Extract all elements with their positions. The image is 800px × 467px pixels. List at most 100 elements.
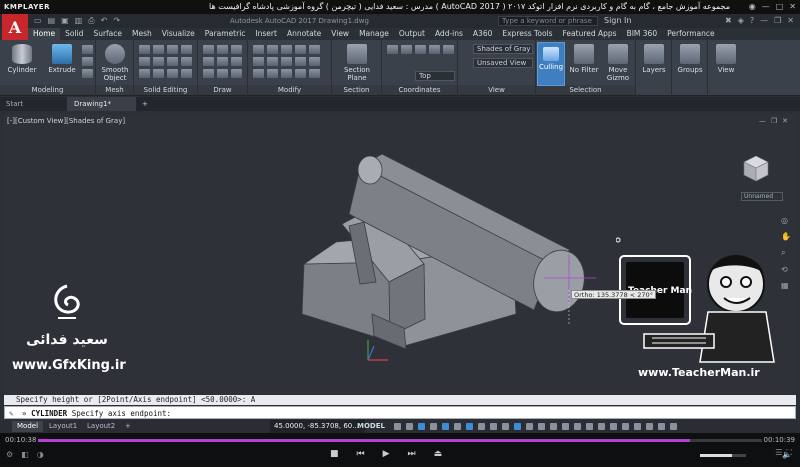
tab-start[interactable]: Start bbox=[0, 97, 68, 111]
tab-express-tools[interactable]: Express Tools bbox=[497, 28, 557, 40]
saveas-icon[interactable]: ▥ bbox=[75, 14, 83, 28]
annotation-icon[interactable] bbox=[562, 423, 569, 430]
solid-editing-group-label[interactable]: Solid Editing bbox=[134, 85, 197, 95]
exchange-icon[interactable]: ✖ bbox=[725, 14, 732, 28]
eject-icon[interactable]: ⏏ bbox=[434, 449, 443, 459]
tool-icon[interactable] bbox=[153, 57, 164, 66]
extrude-button[interactable]: Extrude bbox=[44, 42, 80, 74]
tool-icon[interactable] bbox=[82, 69, 93, 78]
tab-bim-360[interactable]: BIM 360 bbox=[622, 28, 663, 40]
minimize-icon[interactable]: — bbox=[760, 14, 768, 28]
settings-icon[interactable]: ⚙ bbox=[6, 450, 13, 459]
sign-in-button[interactable]: Sign In bbox=[604, 14, 631, 28]
view-group-label[interactable]: View bbox=[458, 85, 535, 95]
circle-icon[interactable] bbox=[231, 45, 242, 54]
tool-icon[interactable] bbox=[181, 45, 192, 54]
selection-cycling-icon[interactable] bbox=[502, 423, 509, 430]
tool-icon[interactable] bbox=[443, 45, 454, 54]
snap-icon[interactable] bbox=[406, 423, 413, 430]
dynamic-ucs-icon[interactable] bbox=[526, 423, 533, 430]
no-filter-button[interactable]: No Filter bbox=[566, 42, 602, 74]
play-icon[interactable]: ▶ bbox=[383, 449, 390, 459]
add-layout-button[interactable]: + bbox=[120, 421, 136, 432]
application-menu-button[interactable]: A bbox=[2, 14, 28, 42]
copy-icon[interactable] bbox=[253, 57, 264, 66]
tool-icon[interactable] bbox=[82, 45, 93, 54]
tab-view[interactable]: View bbox=[326, 28, 354, 40]
tool-icon[interactable] bbox=[153, 69, 164, 78]
move-gizmo-button[interactable]: Move Gizmo bbox=[600, 42, 636, 82]
tab-drawing1[interactable]: Drawing1* bbox=[68, 97, 136, 111]
workspace-icon[interactable] bbox=[574, 423, 581, 430]
customization-icon[interactable] bbox=[670, 423, 677, 430]
intersect-icon[interactable] bbox=[139, 69, 150, 78]
pin-icon[interactable]: ◉ bbox=[749, 0, 756, 14]
tool-icon[interactable] bbox=[167, 69, 178, 78]
maximize-icon[interactable]: □ bbox=[776, 0, 784, 14]
lineweight-icon[interactable] bbox=[478, 423, 485, 430]
tab-home[interactable]: Home bbox=[28, 28, 61, 40]
gizmo-icon[interactable] bbox=[550, 423, 557, 430]
section-plane-button[interactable]: Section Plane bbox=[339, 42, 375, 82]
tab-solid[interactable]: Solid bbox=[60, 28, 88, 40]
tab-a360[interactable]: A360 bbox=[468, 28, 497, 40]
tab-surface[interactable]: Surface bbox=[88, 28, 127, 40]
vr-icon[interactable]: ◑ bbox=[37, 450, 44, 459]
tool-icon[interactable] bbox=[415, 45, 426, 54]
isolate-objects-icon[interactable] bbox=[634, 423, 641, 430]
search-input[interactable]: Type a keyword or phrase bbox=[498, 16, 598, 26]
tool-icon[interactable] bbox=[181, 69, 192, 78]
erase-icon[interactable] bbox=[309, 69, 320, 78]
move-icon[interactable] bbox=[253, 45, 264, 54]
tool-icon[interactable] bbox=[295, 57, 306, 66]
a360-icon[interactable]: ◈ bbox=[738, 14, 744, 28]
subtract-icon[interactable] bbox=[139, 57, 150, 66]
modeling-group-label[interactable]: Modeling bbox=[0, 85, 95, 95]
playlist-icon[interactable]: ☰ bbox=[775, 448, 782, 458]
save-icon[interactable]: ▣ bbox=[61, 14, 69, 28]
modify-group-label[interactable]: Modify bbox=[248, 85, 331, 95]
tool-icon[interactable] bbox=[181, 57, 192, 66]
hatch-icon[interactable] bbox=[231, 57, 242, 66]
mesh-group-label[interactable]: Mesh bbox=[96, 85, 133, 95]
lock-ui-icon[interactable] bbox=[622, 423, 629, 430]
tool-icon[interactable] bbox=[281, 45, 292, 54]
selection-group-label[interactable]: Selection bbox=[536, 85, 635, 95]
units-icon[interactable] bbox=[598, 423, 605, 430]
tool-icon[interactable] bbox=[167, 45, 178, 54]
ellipse-icon[interactable] bbox=[217, 69, 228, 78]
tool-icon[interactable] bbox=[295, 45, 306, 54]
tool-icon[interactable] bbox=[281, 57, 292, 66]
tab-insert[interactable]: Insert bbox=[250, 28, 282, 40]
tab-performance[interactable]: Performance bbox=[662, 28, 720, 40]
next-icon[interactable]: ⏭ bbox=[408, 449, 416, 459]
volume-slider[interactable] bbox=[700, 454, 746, 457]
ortho-icon[interactable] bbox=[418, 423, 425, 430]
arc-icon[interactable] bbox=[203, 57, 214, 66]
tab-visualize[interactable]: Visualize bbox=[157, 28, 200, 40]
named-view-dropdown[interactable]: Unsaved View bbox=[473, 58, 533, 68]
union-icon[interactable] bbox=[139, 45, 150, 54]
groups-button[interactable]: Groups bbox=[672, 42, 708, 74]
new-icon[interactable]: ▭ bbox=[34, 14, 42, 28]
transparency-icon[interactable] bbox=[490, 423, 497, 430]
draw-group-label[interactable]: Draw bbox=[198, 85, 247, 95]
line-icon[interactable] bbox=[203, 45, 214, 54]
redo-icon[interactable]: ↷ bbox=[113, 14, 120, 28]
tab-layout2[interactable]: Layout2 bbox=[82, 421, 120, 432]
tab-model[interactable]: Model bbox=[12, 421, 44, 432]
selection-filter-icon[interactable] bbox=[538, 423, 545, 430]
tab-annotate[interactable]: Annotate bbox=[282, 28, 326, 40]
model-space-button[interactable]: MODEL bbox=[357, 420, 385, 433]
help-icon[interactable]: ? bbox=[750, 14, 754, 28]
tool-icon[interactable] bbox=[401, 45, 412, 54]
3d-icon[interactable]: ◧ bbox=[21, 450, 29, 459]
view-button[interactable]: View bbox=[708, 42, 744, 74]
seek-bar[interactable] bbox=[38, 439, 762, 442]
mirror-icon[interactable] bbox=[267, 57, 278, 66]
undo-icon[interactable]: ↶ bbox=[101, 14, 108, 28]
tab-mesh[interactable]: Mesh bbox=[127, 28, 157, 40]
hardware-acceleration-icon[interactable] bbox=[646, 423, 653, 430]
polygon-icon[interactable] bbox=[203, 69, 214, 78]
restore-icon[interactable]: ❐ bbox=[774, 14, 781, 28]
